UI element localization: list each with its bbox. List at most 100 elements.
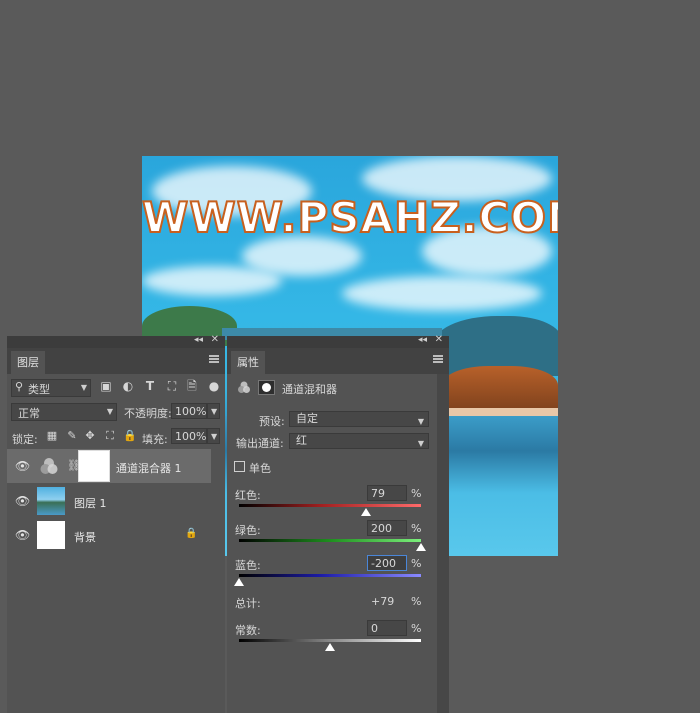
watermark-text: WWW.PSAHZ.COM xyxy=(142,192,558,243)
properties-panel: ◂◂ ✕ 属性 通道混和器 预设: 自定 ▼ 输出通道: 红 ▼ 单色 红色: … xyxy=(227,334,449,713)
red-slider-track[interactable] xyxy=(239,504,421,507)
layers-tabbar: 图层 xyxy=(7,348,225,374)
lock-pixels-icon[interactable]: ✎ xyxy=(65,429,79,443)
fill-label: 填充: xyxy=(142,433,168,446)
blue-value-field[interactable]: -200 xyxy=(367,555,407,571)
total-value: +79 xyxy=(371,595,395,608)
cloud xyxy=(142,266,282,296)
constant-slider-thumb[interactable] xyxy=(325,643,335,651)
blend-mode-value: 正常 xyxy=(18,407,40,420)
adjustment-layer-icon xyxy=(37,454,61,478)
close-icon[interactable]: ✕ xyxy=(211,334,219,345)
chevron-down-icon: ▼ xyxy=(80,383,87,392)
red-value-field[interactable]: 79 xyxy=(367,485,407,501)
filter-toggle-icon[interactable]: ● xyxy=(207,379,221,393)
constant-unit: % xyxy=(411,622,422,635)
constant-value-field[interactable]: 0 xyxy=(367,620,407,636)
preset-label: 预设: xyxy=(259,415,285,428)
chevron-down-icon: ▼ xyxy=(417,417,424,426)
panel-menu-icon[interactable] xyxy=(433,355,443,363)
shape-filter-icon[interactable]: ⛶ xyxy=(165,379,179,393)
type-filter-icon[interactable]: T xyxy=(143,379,157,393)
close-icon[interactable]: ✕ xyxy=(435,334,443,345)
constant-slider-track[interactable] xyxy=(239,639,421,642)
layer-name[interactable]: 通道混合器 1 xyxy=(116,460,182,476)
opacity-label: 不透明度: xyxy=(124,407,172,420)
blue-unit: % xyxy=(411,557,422,570)
layer-name[interactable]: 背景 xyxy=(74,529,96,545)
lock-label: 锁定: xyxy=(12,433,38,446)
constant-value: 0 xyxy=(371,622,378,635)
blue-label: 蓝色: xyxy=(235,559,261,572)
total-label: 总计: xyxy=(235,597,261,610)
panel-menu-icon[interactable] xyxy=(209,355,219,363)
total-unit: % xyxy=(411,595,422,608)
visibility-eye-icon[interactable]: 👁 xyxy=(15,494,30,508)
fill-field[interactable]: 100% xyxy=(171,428,207,444)
output-channel-value: 红 xyxy=(296,434,307,447)
monochrome-label: 单色 xyxy=(249,462,271,475)
constant-label: 常数: xyxy=(235,624,261,637)
chevron-down-icon: ▼ xyxy=(417,439,424,448)
lock-all-icon[interactable]: 🔒 xyxy=(123,429,137,443)
visibility-eye-icon[interactable]: 👁 xyxy=(15,528,30,542)
monochrome-checkbox[interactable] xyxy=(234,461,245,472)
output-channel-label: 输出通道: xyxy=(236,437,284,450)
green-slider-track[interactable] xyxy=(239,539,421,542)
properties-tabbar: 属性 xyxy=(227,348,449,374)
lock-transparency-icon[interactable]: ▦ xyxy=(45,429,59,443)
blue-slider-thumb[interactable] xyxy=(234,578,244,586)
lock-icon: 🔒 xyxy=(185,528,198,539)
tab-layers[interactable]: 图层 xyxy=(11,351,45,374)
mask-icon[interactable] xyxy=(258,380,275,395)
collapse-icon[interactable]: ◂◂ xyxy=(194,335,203,345)
red-slider-thumb[interactable] xyxy=(360,508,371,516)
layer-mask-thumbnail[interactable] xyxy=(78,450,110,482)
cloud xyxy=(342,276,542,311)
blue-slider-track[interactable] xyxy=(239,574,421,577)
adjustment-title: 通道混和器 xyxy=(282,383,337,396)
layer-row-channel-mixer[interactable]: 👁 ⛓ 通道混合器 1 xyxy=(7,449,211,483)
red-label: 红色: xyxy=(235,489,261,502)
fill-value: 100% xyxy=(175,430,207,443)
preset-select[interactable]: 自定 ▼ xyxy=(289,411,429,427)
layer-filter-select[interactable]: ⚲ 类型 ▼ xyxy=(11,379,91,397)
blend-mode-select[interactable]: 正常 ▼ xyxy=(11,403,117,421)
panel-topbar: ◂◂ ✕ xyxy=(227,334,449,348)
lock-artboard-icon[interactable]: ⛶ xyxy=(103,429,117,443)
layers-panel: ◂◂ ✕ 图层 ⚲ 类型 ▼ ▣ ◐ T ⛶ 🗎 ● 正常 ▼ 不透明度: 10… xyxy=(7,334,225,713)
opacity-value: 100% xyxy=(175,405,207,418)
collapse-icon[interactable]: ◂◂ xyxy=(418,335,427,345)
chevron-down-icon: ▼ xyxy=(211,407,218,416)
layer-name[interactable]: 图层 1 xyxy=(74,495,107,511)
layer-row-background[interactable]: 👁 背景 🔒 xyxy=(7,518,211,552)
fill-dropdown[interactable]: ▼ xyxy=(207,428,220,444)
green-value-field[interactable]: 200 xyxy=(367,520,407,536)
tab-properties[interactable]: 属性 xyxy=(231,351,265,374)
filter-kind-label: 类型 xyxy=(28,383,50,396)
smart-object-filter-icon[interactable]: 🗎 xyxy=(185,379,199,393)
green-slider-thumb[interactable] xyxy=(416,543,426,551)
green-label: 绿色: xyxy=(235,524,261,537)
search-icon: ⚲ xyxy=(15,380,24,393)
adjustment-icon xyxy=(236,379,252,395)
blue-value: -200 xyxy=(371,557,396,570)
chevron-down-icon: ▼ xyxy=(211,432,218,441)
autumn-trees xyxy=(442,366,558,414)
chevron-down-icon: ▼ xyxy=(106,407,113,416)
red-unit: % xyxy=(411,487,422,500)
visibility-eye-icon[interactable]: 👁 xyxy=(15,459,30,473)
image-filter-icon[interactable]: ▣ xyxy=(99,379,113,393)
lock-position-icon[interactable]: ✥ xyxy=(83,429,97,443)
green-unit: % xyxy=(411,522,422,535)
green-value: 200 xyxy=(371,522,392,535)
layer-thumbnail xyxy=(37,487,65,515)
red-value: 79 xyxy=(371,487,385,500)
layer-row-layer1[interactable]: 👁 图层 1 xyxy=(7,484,211,518)
output-channel-select[interactable]: 红 ▼ xyxy=(289,433,429,449)
adjustment-filter-icon[interactable]: ◐ xyxy=(121,379,135,393)
opacity-field[interactable]: 100% xyxy=(171,403,207,419)
scrollbar[interactable] xyxy=(437,374,449,713)
panel-topbar: ◂◂ ✕ xyxy=(7,334,225,348)
opacity-dropdown[interactable]: ▼ xyxy=(207,403,220,419)
